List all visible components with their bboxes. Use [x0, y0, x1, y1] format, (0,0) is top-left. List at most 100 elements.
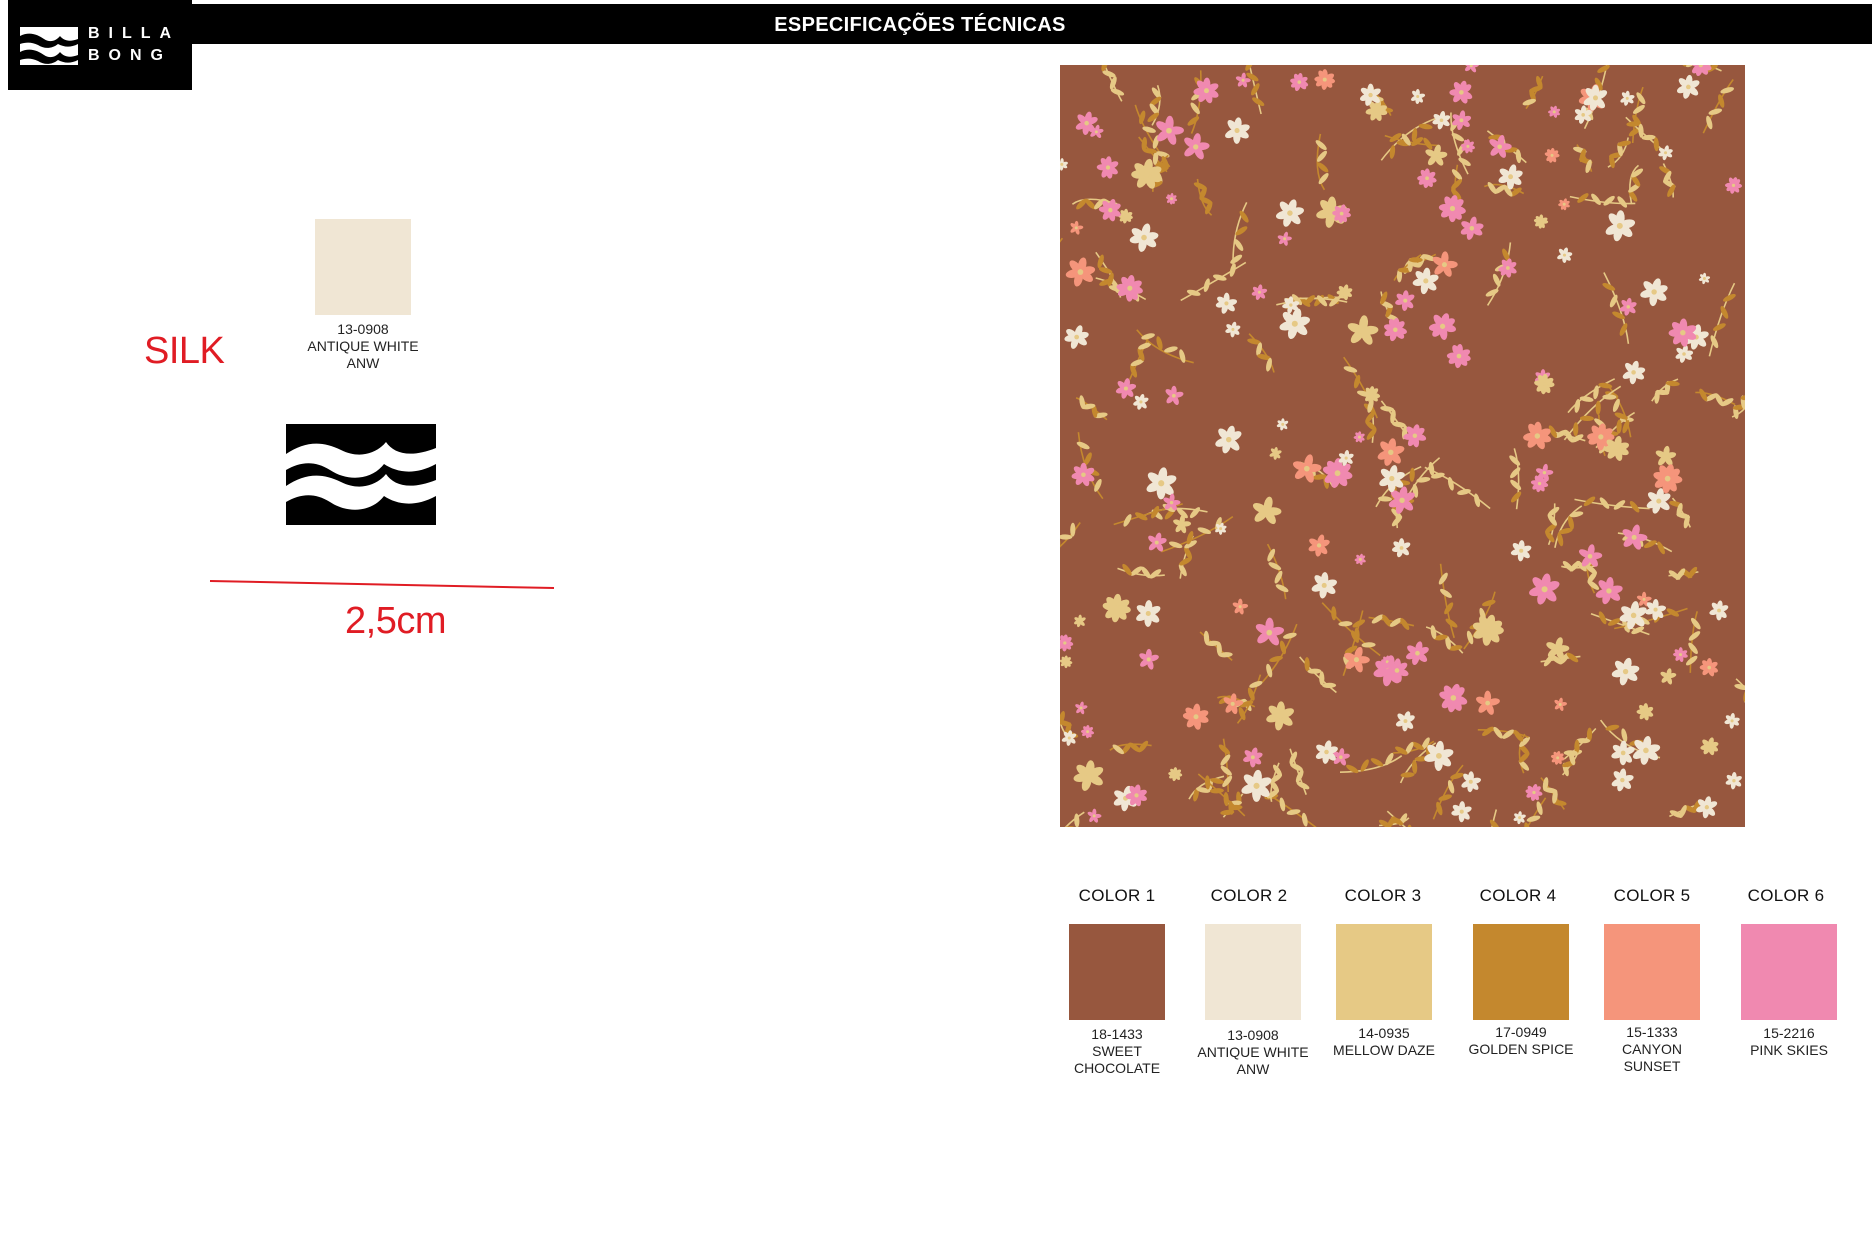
flower-center	[1423, 278, 1429, 284]
flower-center	[1625, 96, 1629, 100]
palette-caption-5: 15-1333 CANYON SUNSET	[1577, 1024, 1727, 1075]
flower-center	[1679, 653, 1683, 657]
flower-center	[1620, 750, 1626, 756]
flower-center	[1439, 118, 1444, 123]
flower-center	[1283, 237, 1287, 241]
flower-center	[1369, 393, 1374, 397]
flower-center	[1092, 814, 1096, 818]
flower-center	[1459, 809, 1464, 814]
flower-center	[1169, 500, 1174, 505]
flower-center	[1508, 174, 1514, 180]
flower-center	[1358, 557, 1362, 561]
flower-center	[1562, 202, 1566, 206]
flower-center	[1555, 646, 1560, 652]
flower-center	[1291, 320, 1298, 327]
flower-center	[1686, 84, 1691, 90]
flower-center	[1389, 475, 1395, 482]
flower-center	[1139, 400, 1143, 404]
flower-center	[1393, 327, 1398, 333]
flower-center	[1542, 470, 1547, 475]
measurement-label: 2,5cm	[345, 600, 446, 642]
palette-name-1a: SWEET	[1092, 1043, 1142, 1059]
palette-label-6: COLOR 6	[1747, 886, 1825, 905]
artwork-wave-logo-icon	[286, 424, 436, 525]
flower-center	[1505, 266, 1510, 270]
print-color-swatch	[315, 219, 411, 315]
flower-center	[1079, 706, 1083, 710]
palette-code-5: 15-1333	[1626, 1024, 1678, 1040]
flower-center	[1459, 90, 1464, 95]
palette-caption-1: 18-1433 SWEET CHOCOLATE	[1042, 1026, 1192, 1077]
technique-label: SILK	[144, 330, 225, 372]
flower-center	[1558, 702, 1562, 706]
palette-name-4a: GOLDEN SPICE	[1468, 1041, 1574, 1057]
flower-center	[1124, 214, 1128, 218]
palette-label-3: COLOR 3	[1344, 886, 1422, 905]
flower-center	[1642, 597, 1646, 601]
flower-center	[1664, 475, 1671, 482]
flower-center	[1123, 386, 1128, 391]
flower-center	[1484, 626, 1492, 634]
palette-code-3: 14-0935	[1358, 1025, 1410, 1041]
flower-center	[1171, 393, 1176, 398]
flower-center	[1730, 719, 1734, 723]
flower-center	[1334, 470, 1341, 477]
palette-chip-6	[1741, 924, 1837, 1020]
flower-center	[1616, 222, 1623, 229]
palette-label-4: COLOR 4	[1479, 886, 1557, 905]
flower-center	[1466, 144, 1470, 148]
flower-center	[1145, 610, 1151, 617]
flower-center	[1357, 435, 1361, 439]
flower-center	[1592, 95, 1598, 101]
flower-center	[1287, 210, 1293, 216]
flower-center	[1682, 352, 1686, 356]
flower-center	[1704, 805, 1709, 810]
flower-center	[1630, 612, 1637, 619]
flower-center	[1105, 165, 1111, 170]
flower-center	[1436, 753, 1442, 759]
flower-center	[1534, 433, 1541, 439]
flower-center	[1731, 183, 1736, 188]
palette-caption-2: 13-0908 ANTIQUE WHITE ANW	[1178, 1027, 1328, 1078]
flower-center	[1374, 108, 1379, 113]
flower-center	[1324, 749, 1329, 755]
flower-center	[1074, 334, 1080, 340]
print-color-name: ANTIQUE WHITE	[307, 338, 419, 354]
flower-center	[1074, 226, 1078, 230]
print-color-code: 13-0908	[337, 321, 389, 337]
flower-center	[1707, 665, 1711, 670]
flower-center	[1394, 668, 1400, 673]
flower-center	[1219, 527, 1223, 531]
palette-name-5b: SUNSET	[1623, 1058, 1681, 1074]
palette-code-6: 15-2216	[1763, 1025, 1815, 1041]
flower-center	[1179, 522, 1184, 527]
flower-center	[1143, 171, 1150, 178]
palette-name-6a: PINK SKIES	[1750, 1042, 1828, 1058]
flower-center	[1238, 605, 1242, 609]
flower-center	[1277, 713, 1284, 719]
flower-center	[1077, 269, 1084, 275]
flower-center	[1449, 205, 1456, 212]
flower-center	[1433, 153, 1439, 158]
flower-center	[1108, 207, 1113, 213]
flower-center	[1653, 607, 1658, 612]
flower-center	[1542, 382, 1547, 386]
flower-center	[1450, 695, 1457, 701]
flower-center	[1518, 816, 1522, 820]
flower-center	[1556, 756, 1560, 760]
flower-center	[1541, 586, 1548, 593]
flower-center	[1539, 220, 1543, 224]
palette-caption-3: 14-0935 MELLOW DAZE	[1309, 1025, 1459, 1059]
flower-center	[1297, 80, 1302, 84]
flower-center	[1113, 605, 1120, 611]
palette-name-2a: ANTIQUE WHITE	[1197, 1044, 1309, 1060]
wave-logo-icon	[20, 27, 78, 65]
flower-center	[1173, 772, 1177, 776]
flower-center	[1643, 710, 1647, 714]
flower-center	[1664, 151, 1668, 155]
flower-center	[1241, 78, 1245, 82]
flower-center	[1274, 451, 1278, 455]
flower-center	[1643, 747, 1649, 754]
flower-center	[1606, 588, 1612, 594]
flower-center	[1469, 226, 1475, 231]
